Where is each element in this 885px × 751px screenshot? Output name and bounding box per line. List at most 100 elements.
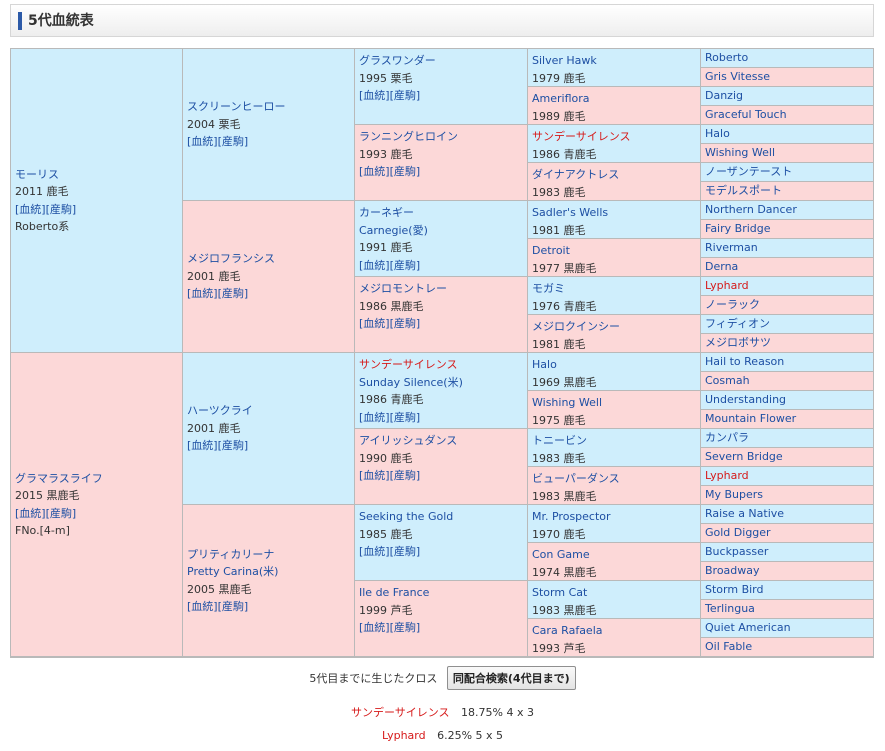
progeny-link[interactable]: [産駒] (390, 165, 421, 178)
pedigree-cell-gen5: Lyphard (701, 467, 873, 486)
horse-name-link[interactable]: Lyphard (705, 277, 872, 295)
horse-name-link[interactable]: ノーザンテースト (705, 163, 872, 181)
horse-name-link[interactable]: モデルスポート (705, 182, 872, 200)
horse-name-link[interactable]: Raise a Native (705, 505, 872, 523)
pedigree-link[interactable]: [血統] (187, 135, 218, 148)
horse-name-link[interactable]: メジロボサツ (705, 334, 872, 352)
horse-name-link[interactable]: グラマラスライフ (15, 470, 179, 488)
horse-name-link[interactable]: カンパラ (705, 429, 872, 447)
horse-name-link[interactable]: Gold Digger (705, 524, 872, 542)
horse-name-link[interactable]: My Bupers (705, 486, 872, 504)
pedigree-link[interactable]: [血統] (15, 203, 46, 216)
horse-name-link[interactable]: Derna (705, 258, 872, 276)
horse-name-link[interactable]: アイリッシュダンス (359, 432, 524, 450)
horse-english-name: Pretty Carina(米) (187, 565, 279, 578)
pedigree-link[interactable]: [血統] (359, 259, 390, 272)
horse-name-link[interactable]: カーネギー (359, 204, 524, 222)
horse-name-link[interactable]: Mountain Flower (705, 410, 872, 428)
same-mating-search-button[interactable]: 同配合検索(4代目まで) (446, 666, 576, 690)
horse-name-link[interactable]: グラスワンダー (359, 52, 524, 70)
horse-name-link[interactable]: Mr. Prospector (532, 508, 697, 526)
progeny-link[interactable]: [産駒] (218, 287, 249, 300)
horse-name-link[interactable]: Wishing Well (705, 144, 872, 162)
horse-name-link[interactable]: Halo (532, 356, 697, 374)
horse-name-link[interactable]: メジロクインシー (532, 318, 697, 336)
horse-name-link[interactable]: Quiet American (705, 619, 872, 637)
horse-name-link[interactable]: Con Game (532, 546, 697, 564)
horse-name-link[interactable]: Hail to Reason (705, 353, 872, 371)
pedigree-link[interactable]: [血統] (359, 165, 390, 178)
horse-name-link[interactable]: フィディオン (705, 315, 872, 333)
progeny-link[interactable]: [産駒] (390, 317, 421, 330)
horse-name-link[interactable]: Seeking the Gold (359, 508, 524, 526)
progeny-link[interactable]: [産駒] (390, 469, 421, 482)
horse-name-link[interactable]: ランニングヒロイン (359, 128, 524, 146)
progeny-link[interactable]: [産駒] (390, 621, 421, 634)
horse-name-link[interactable]: モガミ (532, 280, 697, 298)
horse-name-link[interactable]: Broadway (705, 562, 872, 580)
progeny-link[interactable]: [産駒] (218, 135, 249, 148)
horse-name-link[interactable]: ノーラック (705, 296, 872, 314)
pedigree-link[interactable]: [血統] (187, 439, 218, 452)
pedigree-cell-gen2: スクリーンヒーロー 2004 栗毛 [血統][産駒] (183, 49, 355, 201)
horse-name-link[interactable]: Storm Bird (705, 581, 872, 599)
horse-name-link[interactable]: Northern Dancer (705, 201, 872, 219)
progeny-link[interactable]: [産駒] (46, 507, 77, 520)
horse-name-link[interactable]: Buckpasser (705, 543, 872, 561)
pedigree-link[interactable]: [血統] (359, 621, 390, 634)
pedigree-link[interactable]: [血統] (187, 287, 218, 300)
horse-name-link[interactable]: モーリス (15, 166, 179, 184)
horse-birth-color: 1995 栗毛 (359, 71, 413, 85)
horse-name-link[interactable]: スクリーンヒーロー (187, 98, 351, 116)
horse-name-link[interactable]: メジロフランシス (187, 250, 351, 268)
horse-name-link[interactable]: メジロモントレー (359, 280, 524, 298)
horse-name-link[interactable]: Lyphard (705, 467, 872, 485)
pedigree-link[interactable]: [血統] (359, 89, 390, 102)
horse-name-link[interactable]: Riverman (705, 239, 872, 257)
horse-name-link[interactable]: ダイナアクトレス (532, 166, 697, 184)
horse-name-link[interactable]: Cosmah (705, 372, 872, 390)
horse-name-link[interactable]: ハーツクライ (187, 402, 351, 420)
horse-birth-color: 2001 鹿毛 (187, 421, 241, 435)
horse-name-link[interactable]: Terlingua (705, 600, 872, 618)
pedigree-cell-gen5: モデルスポート (701, 182, 873, 201)
pedigree-link[interactable]: [血統] (187, 600, 218, 613)
progeny-link[interactable]: [産駒] (218, 439, 249, 452)
horse-name-link[interactable]: サンデーサイレンス (532, 128, 697, 146)
pedigree-link[interactable]: [血統] (359, 469, 390, 482)
horse-name-link[interactable]: Cara Rafaela (532, 622, 697, 640)
progeny-link[interactable]: [産駒] (390, 411, 421, 424)
cross-horse-link[interactable]: Lyphard (382, 729, 426, 742)
horse-name-link[interactable]: Ameriflora (532, 90, 697, 108)
pedigree-link[interactable]: [血統] (359, 411, 390, 424)
horse-name-link[interactable]: Ile de France (359, 584, 524, 602)
horse-name-link[interactable]: Danzig (705, 87, 872, 105)
horse-name-link[interactable]: Silver Hawk (532, 52, 697, 70)
horse-name-link[interactable]: Understanding (705, 391, 872, 409)
horse-name-link[interactable]: Severn Bridge (705, 448, 872, 466)
horse-name-link[interactable]: Wishing Well (532, 394, 697, 412)
horse-name-link[interactable]: Detroit (532, 242, 697, 260)
horse-name-link[interactable]: ビューパーダンス (532, 470, 697, 488)
horse-name-link[interactable]: プリティカリーナ (187, 546, 351, 564)
horse-name-link[interactable]: Storm Cat (532, 584, 697, 602)
horse-name-link[interactable]: Fairy Bridge (705, 220, 872, 238)
horse-name-link[interactable]: Sadler's Wells (532, 204, 697, 222)
pedigree-link[interactable]: [血統] (359, 317, 390, 330)
horse-name-link[interactable]: Roberto (705, 49, 872, 67)
progeny-link[interactable]: [産駒] (390, 89, 421, 102)
pedigree-link[interactable]: [血統] (359, 545, 390, 558)
horse-name-link[interactable]: Oil Fable (705, 638, 872, 656)
horse-name-link[interactable]: Halo (705, 125, 872, 143)
header-accent-bar (18, 12, 22, 30)
horse-name-link[interactable]: トニービン (532, 432, 697, 450)
cross-horse-link[interactable]: サンデーサイレンス (351, 704, 450, 720)
pedigree-link[interactable]: [血統] (15, 507, 46, 520)
horse-name-link[interactable]: Gris Vitesse (705, 68, 872, 86)
progeny-link[interactable]: [産駒] (390, 545, 421, 558)
progeny-link[interactable]: [産駒] (218, 600, 249, 613)
horse-name-link[interactable]: Graceful Touch (705, 106, 872, 124)
horse-name-link[interactable]: サンデーサイレンス (359, 356, 524, 374)
progeny-link[interactable]: [産駒] (390, 259, 421, 272)
progeny-link[interactable]: [産駒] (46, 203, 77, 216)
